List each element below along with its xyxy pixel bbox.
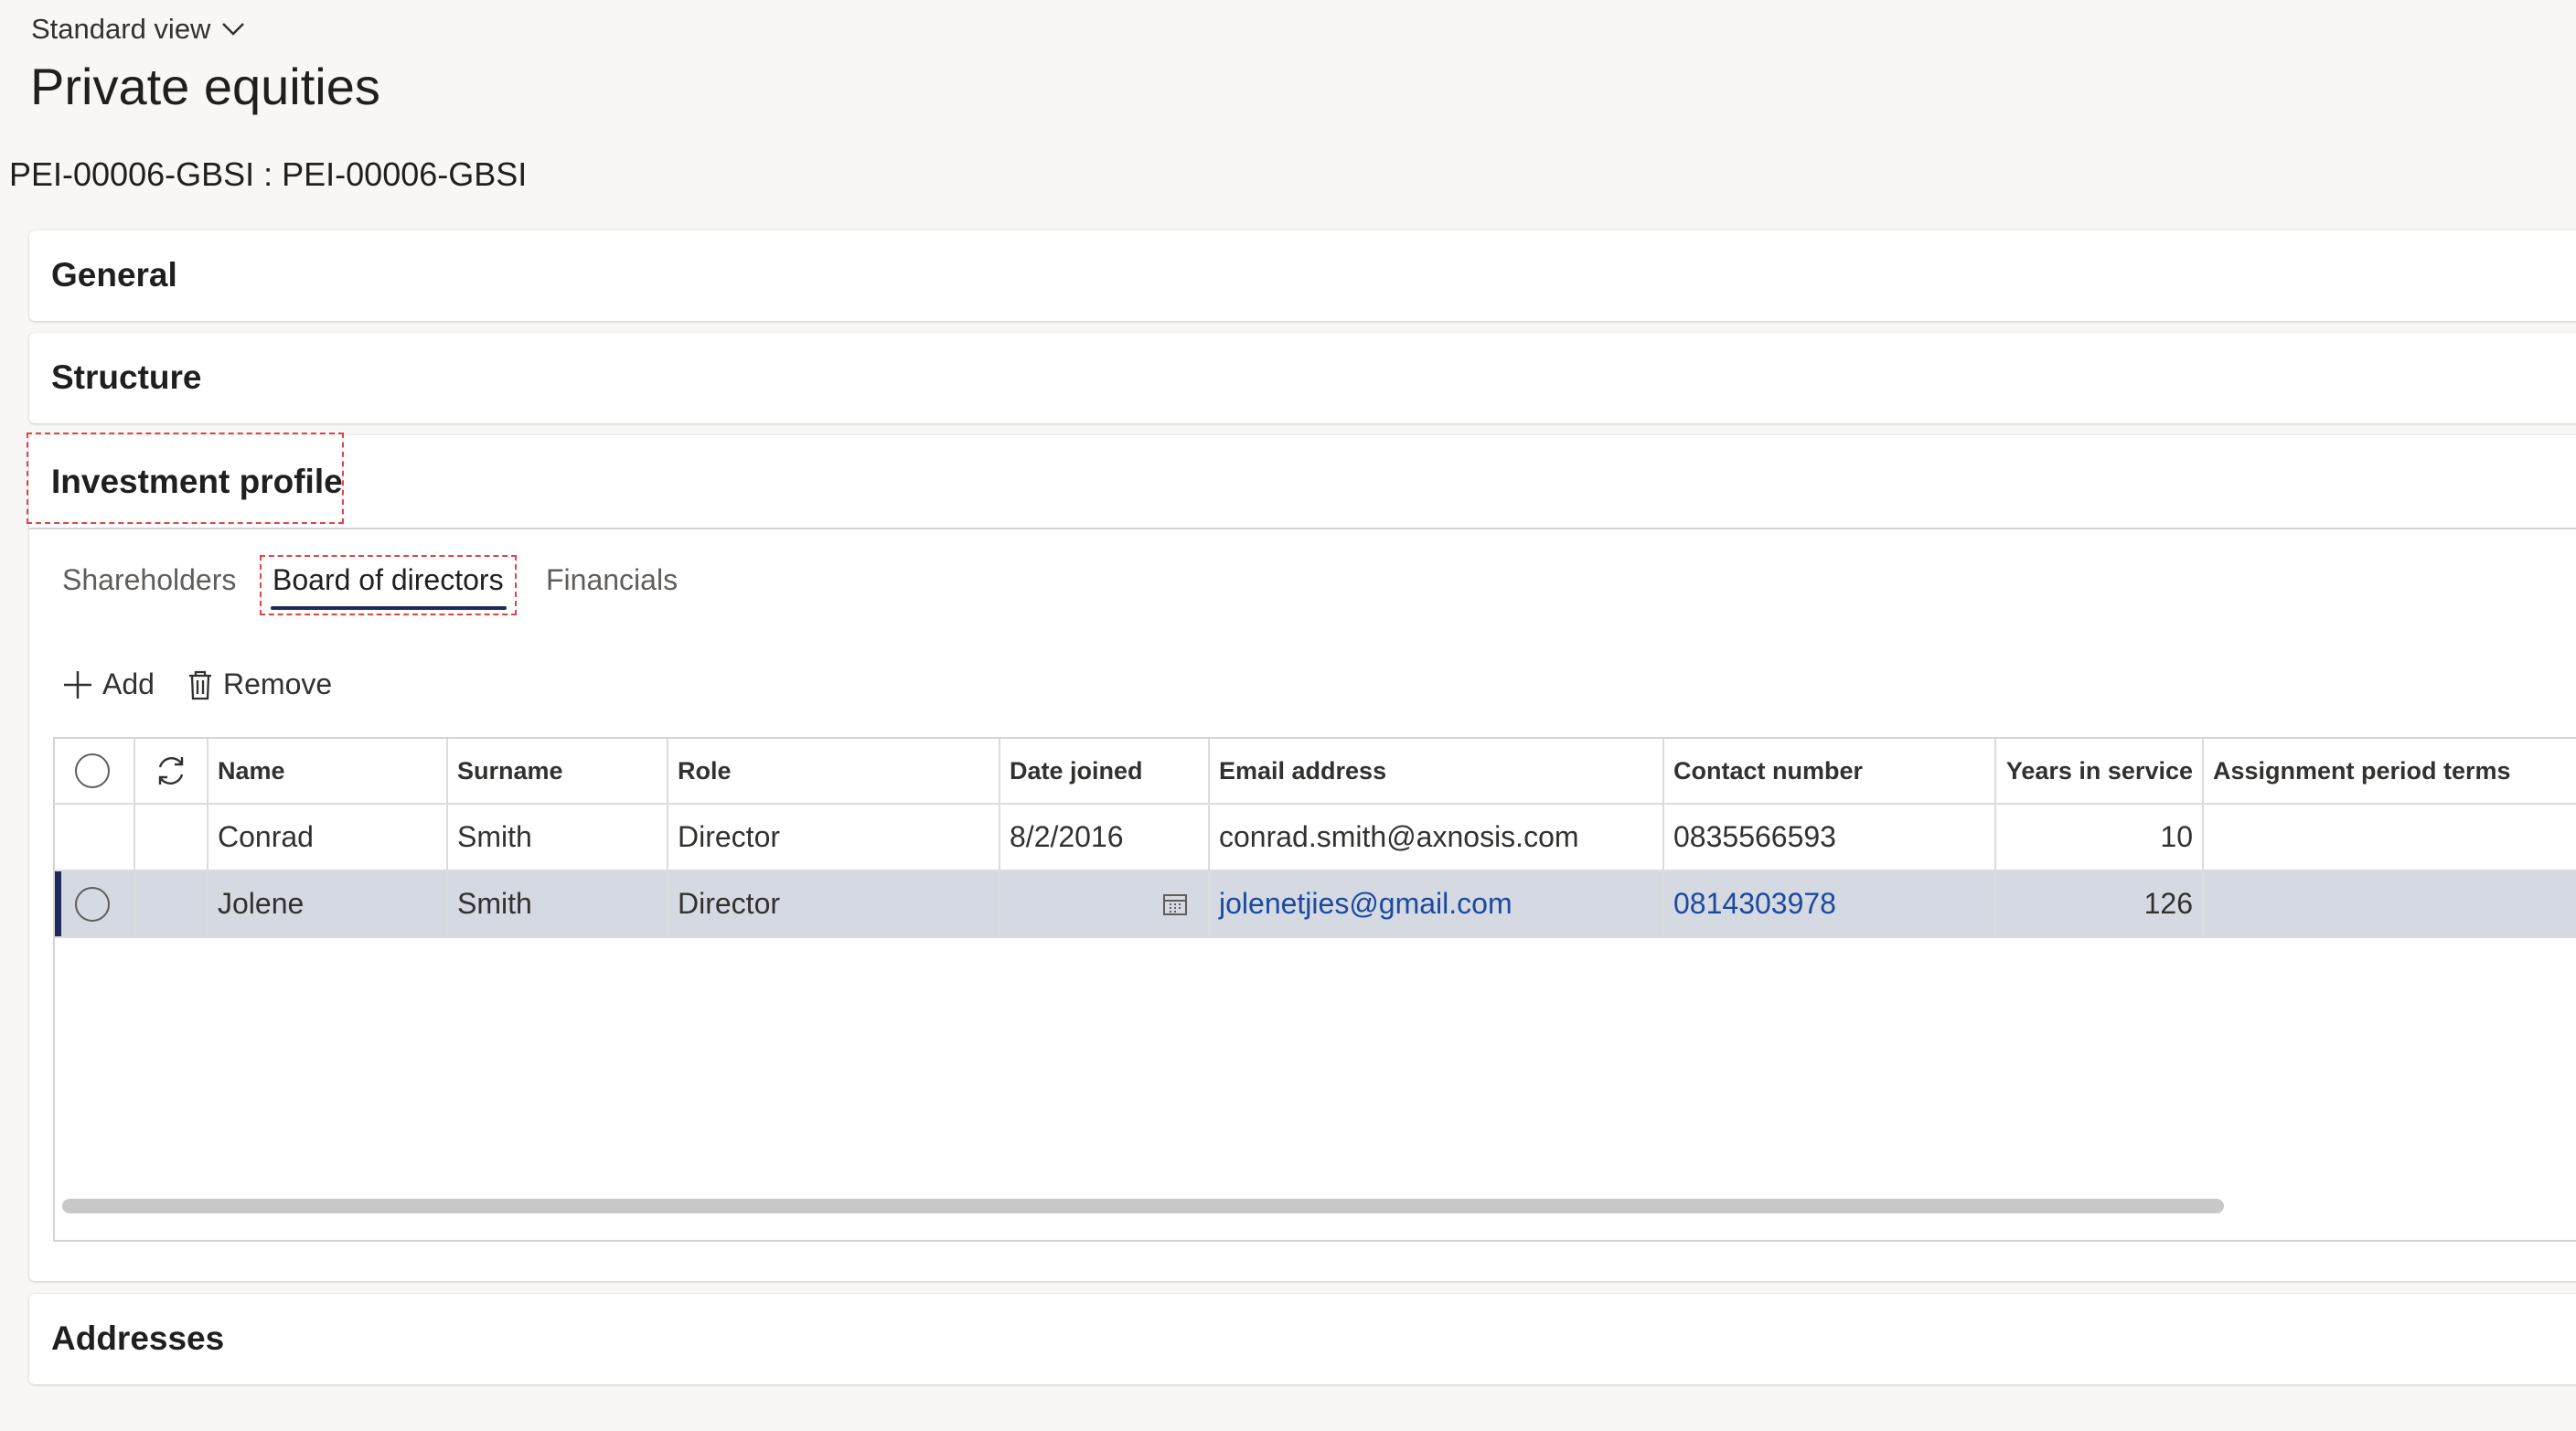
chevron-down-icon (222, 23, 245, 36)
cell-contact-number-link[interactable]: 0814303978 (1664, 871, 1996, 936)
column-header-email[interactable]: Email address (1210, 739, 1664, 803)
cell-role[interactable]: Director (668, 871, 1000, 936)
grid-header-row: Name Surname Role Date joined Email addr… (55, 739, 2576, 805)
fasttab-structure[interactable]: Structure (29, 333, 2576, 423)
cell-surname[interactable]: Smith (448, 871, 668, 936)
cell-years-in-service[interactable]: 126 (1996, 871, 2204, 936)
row-select-radio[interactable] (75, 886, 110, 922)
fasttab-divider (29, 528, 2576, 529)
refresh-cell[interactable] (135, 739, 208, 803)
plus-icon (64, 670, 91, 699)
table-row-selected[interactable]: Jolene Smith Director jolenetjies@gmail.… (55, 871, 2576, 938)
horizontal-scrollbar[interactable] (62, 1199, 2224, 1213)
fasttab-general[interactable]: General (29, 230, 2576, 321)
refresh-icon[interactable] (153, 753, 189, 789)
cell-email-link[interactable]: jolenetjies@gmail.com (1210, 871, 1664, 936)
row-select-cell[interactable] (55, 805, 135, 870)
cell-date-joined[interactable] (1000, 871, 1210, 936)
cell-name[interactable]: Jolene (208, 871, 448, 936)
tab-financials[interactable]: Financials (546, 563, 678, 597)
column-header-name[interactable]: Name (208, 739, 448, 803)
fasttab-general-header[interactable]: General (51, 256, 177, 294)
cell-assignment-period-terms[interactable] (2204, 805, 2576, 870)
cell-assignment-period-terms[interactable] (2204, 871, 2576, 936)
remove-label: Remove (223, 667, 333, 700)
fasttab-investment-profile: Investment profile Shareholders Board of… (27, 433, 2576, 1281)
page-title: Private equities (30, 58, 380, 115)
add-button[interactable]: Add (62, 667, 155, 701)
fasttab-addresses[interactable]: Addresses (29, 1294, 2576, 1384)
cell-name[interactable]: Conrad (208, 805, 448, 870)
highlight-box-investment-profile (27, 433, 344, 524)
row-spacer-cell (135, 871, 208, 936)
trash-icon (189, 670, 211, 699)
select-all-radio[interactable] (75, 753, 110, 788)
remove-button[interactable]: Remove (187, 667, 332, 701)
active-tab-indicator (271, 606, 507, 610)
row-select-cell[interactable] (55, 871, 135, 936)
column-header-contact-number[interactable]: Contact number (1664, 739, 1996, 803)
column-header-assignment-period-terms[interactable]: Assignment period terms (2204, 739, 2576, 803)
column-header-years-in-service[interactable]: Years in service (1996, 739, 2204, 803)
column-header-date-joined[interactable]: Date joined (1000, 739, 1210, 803)
board-of-directors-grid: Name Surname Role Date joined Email addr… (53, 737, 2576, 1242)
cell-date-joined[interactable]: 8/2/2016 (1000, 805, 1210, 870)
record-id: PEI-00006-GBSI : PEI-00006-GBSI (9, 155, 528, 193)
cell-email[interactable]: conrad.smith@axnosis.com (1210, 805, 1664, 870)
select-all-cell[interactable] (55, 739, 135, 803)
column-header-surname[interactable]: Surname (448, 739, 668, 803)
cell-contact-number[interactable]: 0835566593 (1664, 805, 1996, 870)
cell-surname[interactable]: Smith (448, 805, 668, 870)
fasttab-structure-header[interactable]: Structure (51, 358, 201, 397)
table-row[interactable]: Conrad Smith Director 8/2/2016 conrad.sm… (55, 805, 2576, 871)
column-header-role[interactable]: Role (668, 739, 1000, 803)
tab-shareholders[interactable]: Shareholders (62, 563, 236, 597)
add-label: Add (102, 667, 155, 700)
view-label: Standard view (31, 13, 211, 45)
row-spacer-cell (135, 805, 208, 870)
view-selector[interactable]: Standard view (31, 13, 245, 46)
cell-years-in-service[interactable]: 10 (1996, 805, 2204, 870)
calendar-icon[interactable] (1162, 892, 1188, 916)
fasttab-addresses-header[interactable]: Addresses (51, 1319, 224, 1358)
cell-role[interactable]: Director (668, 805, 1000, 870)
